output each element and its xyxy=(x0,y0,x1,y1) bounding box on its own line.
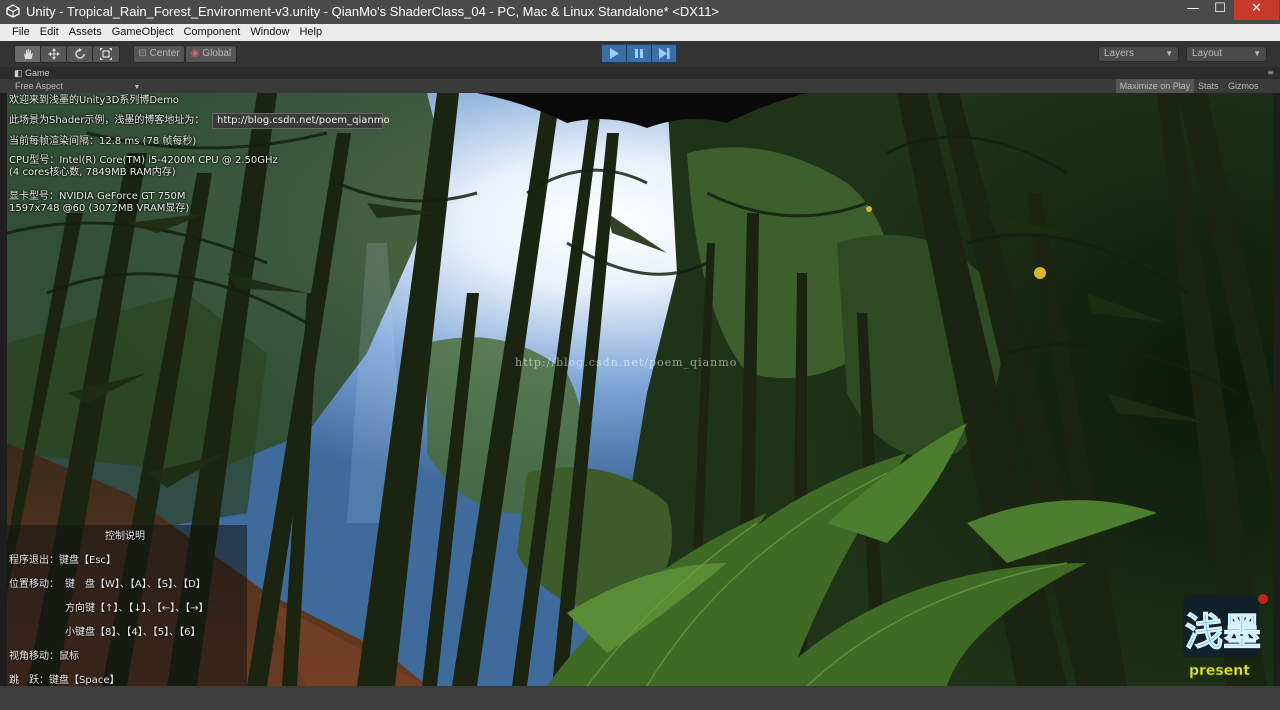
close-button[interactable]: ✕ xyxy=(1234,0,1279,20)
menu-file[interactable]: File xyxy=(7,24,35,41)
svg-text:present: present xyxy=(1189,663,1250,679)
menu-bar: File Edit Assets GameObject Component Window H… xyxy=(0,24,1280,41)
scene-description: 此场景为Shader示例，浅墨的博客地址为： xyxy=(9,115,205,126)
hand-icon xyxy=(24,49,33,59)
layers-label: Layers xyxy=(1104,48,1135,59)
controls-panel: 控制说明 程序退出：键盘【Esc】 位置移动： 键 盘【W】、【A】、【S】、【… xyxy=(7,525,247,686)
tab-game-label: Game xyxy=(25,68,50,78)
menu-edit[interactable]: Edit xyxy=(35,24,64,41)
layers-dropdown[interactable]: Layers ▼ xyxy=(1098,46,1179,62)
tab-game[interactable]: ◧ Game xyxy=(14,67,50,79)
title-bar: Unity - Tropical_Rain_Forest_Environment… xyxy=(0,0,1280,24)
chevron-down-icon: ▼ xyxy=(1253,49,1261,58)
status-bar xyxy=(0,686,1280,710)
game-tab-icon: ◧ xyxy=(14,68,23,78)
toolbar: ⊟ Center ◉ Global Layers ▼ Layout ▼ xyxy=(0,41,1280,68)
pause-icon xyxy=(635,49,643,58)
unity-icon xyxy=(6,4,20,18)
globe-icon: ◉ xyxy=(190,48,200,59)
window-title: Unity - Tropical_Rain_Forest_Environment… xyxy=(26,4,720,19)
frame-interval: 当前每帧渲染间隔：12.8 ms (78 帧每秒) xyxy=(9,136,197,147)
tab-menu-icon[interactable]: ≡ xyxy=(1267,67,1274,79)
controls-title: 控制说明 xyxy=(105,531,145,542)
scale-tool-button[interactable] xyxy=(92,45,120,63)
maximize-on-play-button[interactable]: Maximize on Play xyxy=(1116,79,1194,93)
control-move-wasd: 键 盘【W】、【A】、【S】、【D】 xyxy=(65,579,206,590)
play-button[interactable] xyxy=(601,44,627,63)
control-move-label: 位置移动： xyxy=(9,579,59,590)
control-view: 视角移动：鼠标 xyxy=(9,651,79,662)
watermark-url: http://blog.csdn.net/poem_qianmo xyxy=(515,356,738,369)
stats-button[interactable]: Stats xyxy=(1198,79,1219,93)
maximize-button[interactable]: ☐ xyxy=(1207,0,1233,20)
cpu-cores: (4 cores核心数, 7849MB RAM内存) xyxy=(9,167,176,178)
step-icon xyxy=(659,48,670,59)
control-move-numpad: 小键盘【8】、【4】、【5】、【6】 xyxy=(65,627,201,638)
minimize-button[interactable]: — xyxy=(1180,0,1206,20)
play-icon xyxy=(610,48,619,59)
game-tab-bar: ◧ Game ≡ xyxy=(0,67,1280,79)
space-label: Global xyxy=(202,48,232,59)
chevron-down-icon: ▼ xyxy=(133,84,141,91)
layout-label: Layout xyxy=(1192,48,1223,59)
menu-window[interactable]: Window xyxy=(245,24,294,41)
control-jump: 跳 跃：键盘【Space】 xyxy=(9,675,120,686)
pivot-label: Center xyxy=(149,48,180,59)
menu-help[interactable]: Help xyxy=(294,24,327,41)
layout-dropdown[interactable]: Layout ▼ xyxy=(1186,46,1267,62)
move-arrows-icon xyxy=(48,48,60,60)
hand-tool-button[interactable] xyxy=(14,45,42,63)
blog-url-field[interactable]: http://blog.csdn.net/poem_qianmo xyxy=(212,113,390,129)
game-view[interactable]: 欢迎来到浅墨的Unity3D系列博Demo 此场景为Shader示例，浅墨的博客… xyxy=(7,93,1273,686)
move-tool-button[interactable] xyxy=(40,45,68,63)
pivot-icon: ⊟ xyxy=(138,48,147,59)
gpu-resolution: 1597x748 @60 (3072MB VRAM显存) xyxy=(9,203,190,214)
aspect-label: Free Aspect xyxy=(15,81,64,91)
step-button[interactable] xyxy=(651,44,677,63)
chevron-down-icon: ▼ xyxy=(1165,49,1173,58)
welcome-text: 欢迎来到浅墨的Unity3D系列博Demo xyxy=(9,95,180,106)
pivot-center-toggle[interactable]: ⊟ Center xyxy=(133,45,185,63)
game-view-toolbar: Free Aspect ▼ Maximize on Play Stats Giz… xyxy=(0,79,1280,94)
menu-gameobject[interactable]: GameObject xyxy=(107,24,179,41)
scale-icon xyxy=(100,48,112,60)
global-space-toggle[interactable]: ◉ Global xyxy=(185,45,237,63)
qianmo-logo: 浅墨 present xyxy=(1179,591,1269,683)
gizmos-button[interactable]: Gizmos xyxy=(1228,79,1259,93)
rotate-icon xyxy=(75,48,85,59)
svg-text:浅墨: 浅墨 xyxy=(1185,609,1261,654)
cpu-model: CPU型号：Intel(R) Core(TM) i5-4200M CPU @ 2… xyxy=(9,155,278,166)
control-move-arrows: 方向键【↑】、【↓】、【←】、【→】 xyxy=(65,603,209,614)
gpu-model: 显卡型号：NVIDIA GeForce GT 750M xyxy=(9,191,186,202)
pause-button[interactable] xyxy=(626,44,652,63)
menu-assets[interactable]: Assets xyxy=(64,24,107,41)
rotate-tool-button[interactable] xyxy=(66,45,94,63)
logo-graphic: 浅墨 present xyxy=(1183,594,1268,679)
menu-component[interactable]: Component xyxy=(178,24,245,41)
control-exit: 程序退出：键盘【Esc】 xyxy=(9,555,117,566)
